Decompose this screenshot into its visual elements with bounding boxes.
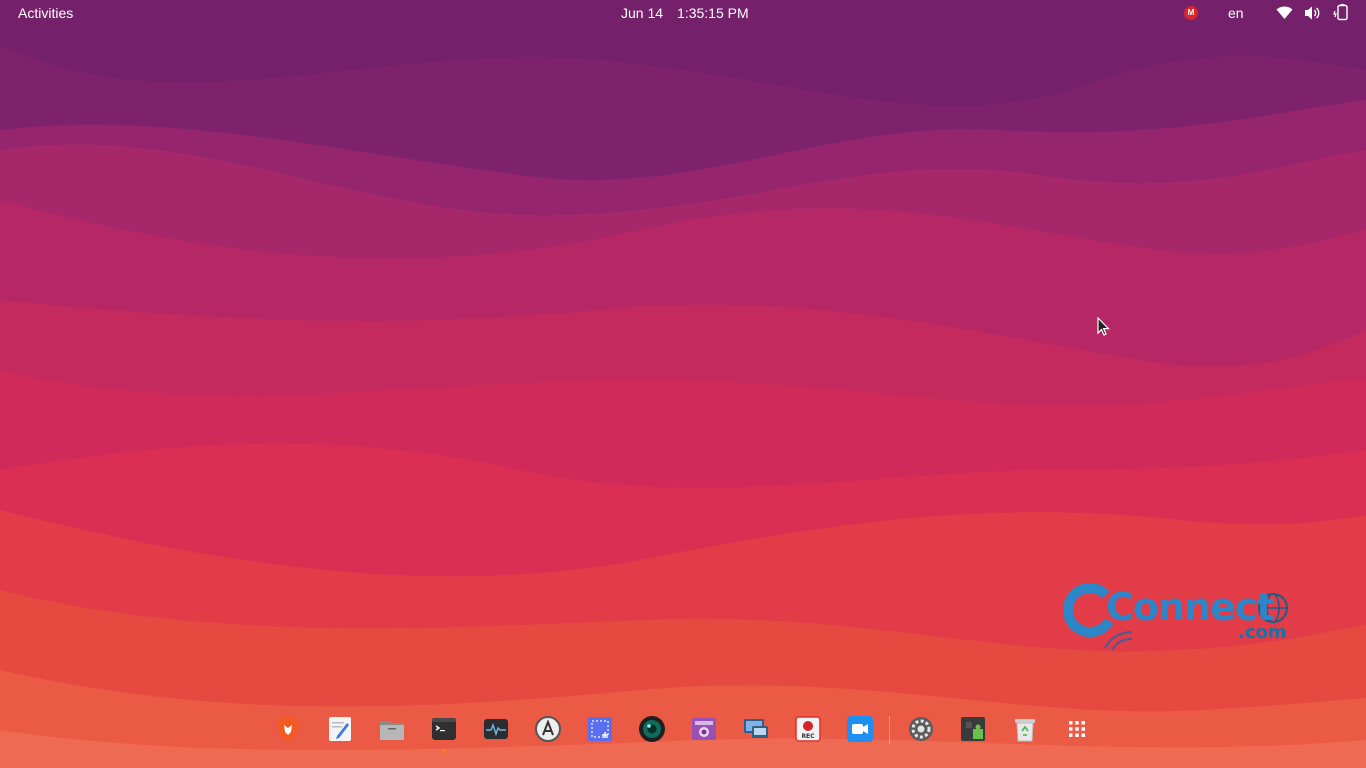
software-updater-icon[interactable] <box>533 714 563 744</box>
screen-recorder-icon[interactable]: REC <box>793 714 823 744</box>
running-indicator <box>442 749 446 753</box>
brave-browser-icon[interactable] <box>273 714 303 744</box>
remote-desktop-icon[interactable] <box>741 714 771 744</box>
activities-button[interactable]: Activities <box>18 5 73 21</box>
files-folder-icon[interactable] <box>377 714 407 744</box>
mouse-pointer-icon <box>1097 316 1111 342</box>
photo-viewer-icon[interactable] <box>689 714 719 744</box>
extensions-puzzle-icon[interactable] <box>958 714 988 744</box>
rec-label: REC <box>801 733 815 740</box>
connect-logo-watermark: Connect .com <box>1060 580 1295 660</box>
watermark-domain: .com <box>1238 622 1287 643</box>
wifi-icon[interactable] <box>1276 6 1293 23</box>
top-panel: Activities Jun 14 1:35:15 PM M en <box>0 0 1366 27</box>
dock-separator <box>889 716 890 744</box>
input-language-indicator[interactable]: en <box>1228 5 1244 21</box>
volume-icon[interactable] <box>1304 5 1322 24</box>
settings-gear-icon[interactable] <box>906 714 936 744</box>
trash-recycle-icon[interactable] <box>1010 714 1040 744</box>
battery-icon[interactable] <box>1333 4 1349 25</box>
time-label: 1:35:15 PM <box>677 5 749 21</box>
camera-lens-icon[interactable] <box>637 714 667 744</box>
app-grid-icon[interactable] <box>1062 714 1092 744</box>
mega-sync-indicator[interactable]: M <box>1184 6 1198 20</box>
text-editor-icon[interactable] <box>325 714 355 744</box>
dock: REC <box>264 708 1104 754</box>
terminal-icon[interactable] <box>429 714 459 753</box>
date-label: Jun 14 <box>621 5 664 21</box>
video-call-icon[interactable] <box>845 714 875 744</box>
screenshot-selection-icon[interactable] <box>585 714 615 744</box>
system-monitor-icon[interactable] <box>481 714 511 744</box>
date-time-menu[interactable]: Jun 14 1:35:15 PM <box>621 5 749 21</box>
